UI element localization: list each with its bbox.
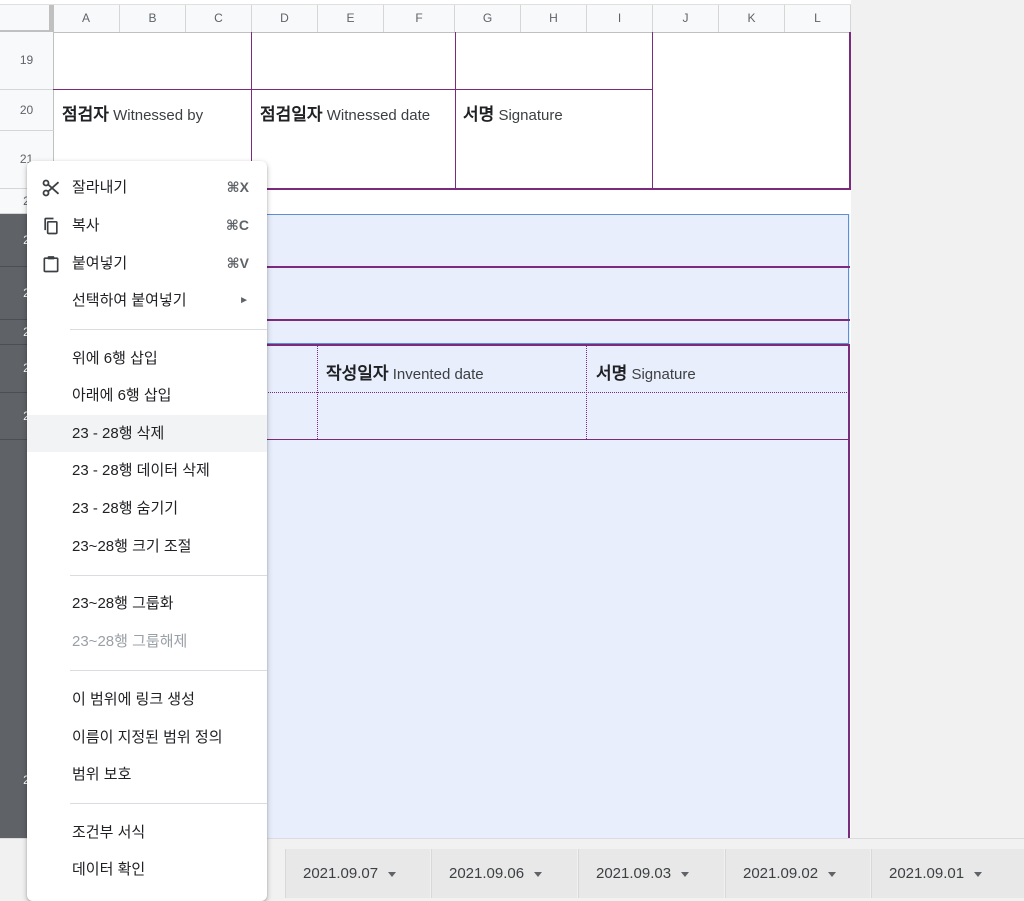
menu-item-label: 범위 보호	[72, 766, 132, 783]
select-all-corner[interactable]	[0, 5, 54, 33]
menu-item-delete-rows[interactable]: 23 - 28행 삭제	[27, 415, 267, 452]
column-header-h[interactable]: H	[521, 5, 587, 32]
cell-witnessed-date[interactable]: 점검일자 Witnessed date	[260, 100, 430, 125]
shortcut-label: ⌘V	[226, 255, 249, 271]
table-border	[848, 345, 850, 838]
chevron-down-icon[interactable]	[534, 871, 543, 877]
menu-item-label: 선택하여 붙여넣기	[72, 292, 187, 309]
menu-item-label: 붙여넣기	[72, 255, 128, 272]
menu-item-group-rows[interactable]: 23~28행 그룹화	[27, 585, 267, 622]
sheet-tab-label: 2021.09.07	[303, 865, 379, 882]
menu-item-label: 조건부 서식	[72, 824, 146, 841]
sheet-tab-label: 2021.09.01	[889, 865, 965, 882]
menu-item-insert-below[interactable]: 아래에 6행 삽입	[27, 377, 267, 414]
table-border	[455, 32, 456, 189]
cell-label-en: Invented date	[392, 366, 484, 383]
menu-separator	[70, 670, 267, 671]
menu-item-label: 위에 6행 삽입	[72, 350, 158, 367]
sheet-tab-label: 2021.09.03	[596, 865, 672, 882]
menu-item-copy[interactable]: 복사 ⌘C	[27, 207, 267, 244]
menu-item-insert-above[interactable]: 위에 6행 삽입	[27, 340, 267, 377]
chevron-down-icon[interactable]	[388, 871, 397, 877]
column-header-bar: A B C D E F G H I J K L	[0, 4, 851, 33]
column-header-a[interactable]: A	[53, 5, 120, 32]
table-border-dotted	[317, 345, 318, 439]
chevron-down-icon[interactable]	[974, 871, 983, 877]
row-header-19[interactable]: 19	[0, 32, 54, 90]
sheet-tab-2021-09-07[interactable]: 2021.09.07	[285, 849, 430, 898]
scissors-icon	[42, 179, 60, 197]
submenu-arrow-icon: ►	[239, 295, 249, 306]
menu-item-label: 복사	[72, 217, 100, 234]
column-header-l[interactable]: L	[785, 5, 851, 32]
menu-separator	[70, 575, 267, 576]
menu-item-cut[interactable]: 잘라내기 ⌘X	[27, 169, 267, 206]
menu-item-label: 23~28행 크기 조절	[72, 538, 192, 555]
cell-label-ko: 점검자	[62, 105, 109, 124]
column-header-e[interactable]: E	[318, 5, 384, 32]
table-border	[53, 89, 653, 90]
column-header-c[interactable]: C	[186, 5, 252, 32]
cell-label-ko: 점검일자	[260, 105, 323, 124]
cell-label-ko: 서명	[596, 364, 628, 383]
sheet-tab-label: 2021.09.02	[743, 865, 819, 882]
menu-item-label: 데이터 확인	[72, 861, 146, 878]
table-border-dotted	[586, 345, 587, 439]
column-header-g[interactable]: G	[455, 5, 521, 32]
menu-item-named-range[interactable]: 이름이 지정된 범위 정의	[27, 719, 267, 756]
sheet-tab-label: 2021.09.06	[449, 865, 525, 882]
sheet-tab-2021-09-06[interactable]: 2021.09.06	[431, 849, 577, 898]
menu-item-paste[interactable]: 붙여넣기 ⌘V	[27, 245, 267, 282]
sheet-tab-2021-09-02[interactable]: 2021.09.02	[725, 849, 870, 898]
menu-item-link-range[interactable]: 이 범위에 링크 생성	[27, 681, 267, 718]
menu-item-label: 이 범위에 링크 생성	[72, 691, 195, 708]
menu-item-label: 23~28행 그룹해제	[72, 633, 188, 650]
chevron-down-icon[interactable]	[828, 871, 837, 877]
menu-item-label: 23 - 28행 삭제	[72, 425, 165, 442]
sheet-tab-2021-09-03[interactable]: 2021.09.03	[578, 849, 724, 898]
menu-item-resize-rows[interactable]: 23~28행 크기 조절	[27, 528, 267, 565]
menu-item-label: 23~28행 그룹화	[72, 595, 174, 612]
menu-item-protect-range[interactable]: 범위 보호	[27, 756, 267, 793]
shortcut-label: ⌘X	[226, 179, 249, 195]
menu-item-label: 아래에 6행 삽입	[72, 387, 172, 404]
menu-separator	[70, 803, 267, 804]
menu-item-conditional-format[interactable]: 조건부 서식	[27, 814, 267, 851]
empty-area	[851, 0, 1024, 838]
cell-label-en: Witnessed date	[326, 107, 431, 124]
cell-label-ko: 서명	[463, 105, 495, 124]
context-menu: 잘라내기 ⌘X 복사 ⌘C 붙여넣기 ⌘V 선택하여 붙여넣기 ► 위에 6행 …	[27, 161, 267, 901]
column-header-k[interactable]: K	[719, 5, 785, 32]
column-header-f[interactable]: F	[384, 5, 455, 32]
column-header-i[interactable]: I	[587, 5, 653, 32]
cell-signature-1[interactable]: 서명 Signature	[463, 100, 563, 125]
table-border	[652, 32, 653, 189]
row-header-20[interactable]: 20	[0, 90, 54, 131]
cell-label-en: Signature	[631, 366, 696, 383]
copy-icon	[44, 217, 58, 235]
cell-label-ko: 작성일자	[326, 364, 389, 383]
menu-item-label: 잘라내기	[72, 179, 128, 196]
menu-separator	[70, 329, 267, 330]
column-header-d[interactable]: D	[252, 5, 318, 32]
column-header-b[interactable]: B	[120, 5, 186, 32]
menu-item-clear-rows[interactable]: 23 - 28행 데이터 삭제	[27, 452, 267, 489]
column-header-j[interactable]: J	[653, 5, 719, 32]
menu-item-data-validation[interactable]: 데이터 확인	[27, 851, 267, 888]
menu-item-label: 이름이 지정된 범위 정의	[72, 729, 223, 746]
cell-label-en: Signature	[498, 107, 563, 124]
shortcut-label: ⌘C	[225, 217, 249, 233]
clipboard-icon	[43, 256, 59, 273]
chevron-down-icon[interactable]	[681, 871, 690, 877]
cell-label-en: Witnessed by	[113, 107, 204, 124]
menu-item-ungroup-rows: 23~28행 그룹해제	[27, 623, 267, 660]
menu-item-paste-special[interactable]: 선택하여 붙여넣기 ►	[27, 282, 267, 319]
sheet-tab-2021-09-01[interactable]: 2021.09.01	[871, 849, 1024, 898]
menu-item-hide-rows[interactable]: 23 - 28행 숨기기	[27, 490, 267, 527]
cell-witnessed-by[interactable]: 점검자 Witnessed by	[62, 100, 203, 125]
menu-item-label: 23 - 28행 숨기기	[72, 500, 179, 517]
cell-invented-date[interactable]: 작성일자 Invented date	[326, 359, 484, 384]
menu-item-label: 23 - 28행 데이터 삭제	[72, 462, 210, 479]
cell-signature-2[interactable]: 서명 Signature	[596, 359, 696, 384]
